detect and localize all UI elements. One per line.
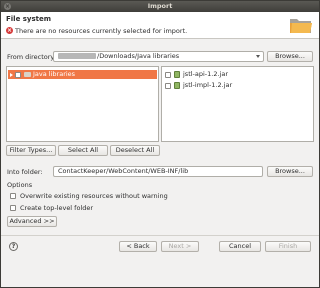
folder-open-icon xyxy=(290,19,312,33)
jar-file-icon xyxy=(174,71,180,78)
help-icon[interactable]: ? xyxy=(9,242,18,251)
folder-tree[interactable]: Java libraries xyxy=(6,66,159,142)
file-name: jstl-impl-1.2.jar xyxy=(183,81,233,89)
status-message: There are no resources currently selecte… xyxy=(15,27,188,35)
title-bar: × Import xyxy=(1,1,319,12)
tree-item-label: Java libraries xyxy=(33,70,76,78)
close-window-button[interactable]: × xyxy=(4,3,11,10)
from-directory-path: /Downloads/Java libraries xyxy=(97,52,180,60)
tree-item-java-libraries[interactable]: Java libraries xyxy=(8,70,157,79)
chevron-down-icon[interactable] xyxy=(256,55,260,58)
import-dialog: × Import File system × There are no reso… xyxy=(0,0,320,288)
finish-button[interactable]: Finish xyxy=(265,241,311,252)
redacted-path xyxy=(58,53,96,59)
file-list[interactable]: jstl-api-1.2.jar jstl-impl-1.2.jar xyxy=(161,66,314,142)
into-folder-label: Into folder: xyxy=(7,168,43,176)
from-directory-label: From directory: xyxy=(7,53,56,61)
overwrite-checkbox[interactable] xyxy=(10,193,16,199)
file-checkbox[interactable] xyxy=(165,71,171,78)
advanced-button[interactable]: Advanced >> xyxy=(7,216,57,227)
window-title: Import xyxy=(147,2,173,10)
file-checkbox[interactable] xyxy=(165,82,171,89)
jar-file-icon xyxy=(174,82,180,89)
wizard-header: File system × There are no resources cur… xyxy=(1,12,319,39)
back-button[interactable]: < Back xyxy=(119,241,157,252)
create-top-level-checkbox[interactable] xyxy=(10,205,16,211)
expand-arrow-icon[interactable] xyxy=(10,72,13,77)
filter-types-button[interactable]: Filter Types... xyxy=(6,145,56,156)
folder-checkbox[interactable] xyxy=(15,71,21,78)
options-legend: Options xyxy=(7,181,33,189)
folder-icon xyxy=(24,72,31,77)
list-item[interactable]: jstl-api-1.2.jar xyxy=(165,70,313,79)
select-all-button[interactable]: Select All xyxy=(58,145,108,156)
browse-folder-button[interactable]: Browse... xyxy=(267,166,313,177)
page-title: File system xyxy=(6,15,52,23)
error-icon: × xyxy=(6,27,13,34)
file-name: jstl-api-1.2.jar xyxy=(183,70,229,78)
from-directory-combo[interactable]: /Downloads/Java libraries xyxy=(53,51,264,62)
list-item[interactable]: jstl-impl-1.2.jar xyxy=(165,81,313,90)
create-top-level-label[interactable]: Create top-level folder xyxy=(20,204,93,212)
overwrite-label[interactable]: Overwrite existing resources without war… xyxy=(20,192,168,200)
deselect-all-button[interactable]: Deselect All xyxy=(110,145,160,156)
into-folder-input[interactable]: ContactKeeper/WebContent/WEB-INF/lib xyxy=(53,166,263,177)
cancel-button[interactable]: Cancel xyxy=(219,241,261,252)
next-button[interactable]: Next > xyxy=(161,241,199,252)
footer-divider xyxy=(1,235,319,236)
browse-directory-button[interactable]: Browse... xyxy=(267,51,313,62)
